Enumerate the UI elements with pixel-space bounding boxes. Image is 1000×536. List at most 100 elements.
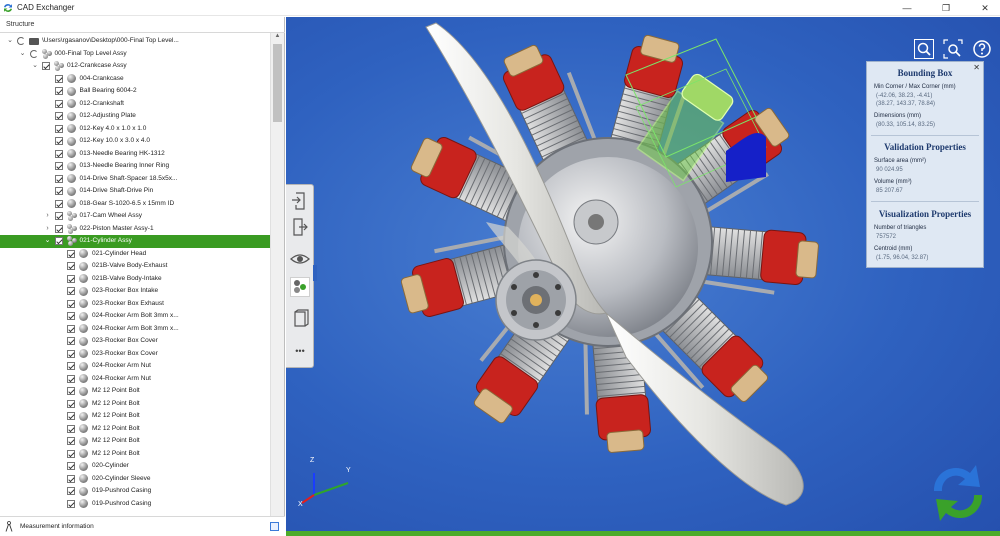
loading-checkbox-icon[interactable]	[29, 49, 38, 58]
tree-row[interactable]: 021B-Valve Body-Exhaust	[0, 260, 270, 273]
tree-row[interactable]: 012-Key 4.0 x 1.0 x 1.0	[0, 123, 270, 136]
tree-row[interactable]: 020-Cylinder Sleeve	[0, 473, 270, 486]
visibility-checkbox[interactable]	[54, 187, 63, 195]
tree-row[interactable]: 023-Rocker Box Cover	[0, 348, 270, 361]
visibility-checkbox[interactable]	[54, 199, 63, 208]
import-icon[interactable]	[290, 191, 310, 211]
tree-row[interactable]: 024-Rocker Arm Bolt 3mm x...	[0, 323, 270, 336]
visibility-checkbox[interactable]	[54, 224, 63, 233]
tree-row[interactable]: 023-Rocker Box Exhaust	[0, 298, 270, 311]
help-icon[interactable]	[972, 39, 992, 59]
close-window-button[interactable]: ✕	[972, 0, 998, 16]
visibility-checkbox[interactable]	[67, 387, 75, 395]
visibility-checkbox[interactable]	[67, 299, 75, 308]
tree-row[interactable]: M2 12 Point Bolt	[0, 398, 270, 411]
visibility-checkbox[interactable]	[67, 412, 75, 420]
visibility-checkbox[interactable]	[67, 312, 75, 320]
visibility-checkbox[interactable]	[54, 162, 63, 170]
visibility-checkbox[interactable]	[67, 249, 75, 258]
more-icon[interactable]: •••	[290, 341, 310, 361]
tree-row[interactable]: 013-Needle Bearing HK-1312	[0, 148, 270, 161]
eye-icon[interactable]	[290, 249, 310, 269]
visibility-checkbox[interactable]	[67, 474, 75, 483]
visibility-checkbox[interactable]	[67, 424, 75, 433]
tree-row[interactable]: M2 12 Point Bolt	[0, 410, 270, 423]
export-icon[interactable]	[290, 217, 310, 237]
tree-row[interactable]: › 017-Cam Wheel Assy	[0, 210, 270, 223]
scroll-up-icon[interactable]: ▲	[271, 33, 284, 43]
visibility-checkbox[interactable]	[54, 137, 63, 145]
loading-checkbox-icon[interactable]	[17, 37, 25, 45]
visibility-checkbox[interactable]	[67, 437, 75, 445]
chevron-down-icon[interactable]: ⌄	[6, 35, 14, 48]
minimize-button[interactable]: —	[894, 0, 920, 16]
visibility-checkbox[interactable]	[67, 462, 75, 470]
visibility-checkbox[interactable]	[67, 499, 75, 508]
zoom-icon[interactable]	[914, 39, 934, 59]
visibility-checkbox[interactable]	[54, 174, 63, 183]
visibility-checkbox[interactable]	[67, 349, 75, 358]
visibility-checkbox[interactable]	[67, 337, 75, 345]
tree-row[interactable]: 023-Rocker Box Intake	[0, 285, 270, 298]
visibility-checkbox[interactable]	[54, 112, 63, 120]
fit-all-icon[interactable]	[943, 39, 963, 59]
visibility-checkbox[interactable]	[54, 74, 63, 83]
toolbar-handle[interactable]	[313, 265, 317, 281]
tree-row[interactable]: 024-Rocker Arm Bolt 3mm x...	[0, 310, 270, 323]
tree-row[interactable]: 014-Drive Shaft-Spacer 18.5x5x...	[0, 173, 270, 186]
tree-row[interactable]: 019-Pushrod Casing	[0, 498, 270, 511]
chevron-down-icon[interactable]: ⌄	[19, 48, 27, 61]
chevron-down-icon[interactable]: ⌄	[44, 235, 52, 248]
tree-row[interactable]: M2 12 Point Bolt	[0, 423, 270, 436]
tree-row[interactable]: ⌄ 000-Final Top Level Assy	[0, 48, 270, 61]
visibility-checkbox[interactable]	[67, 324, 75, 333]
tree-row[interactable]: M2 12 Point Bolt	[0, 435, 270, 448]
tree-row[interactable]: M2 12 Point Bolt	[0, 448, 270, 461]
tree-row[interactable]: 012-Crankshaft	[0, 98, 270, 111]
tree-row[interactable]: ⌄ 012-Crankcase Assy	[0, 60, 270, 73]
chevron-right-icon[interactable]: ›	[44, 223, 52, 236]
book-icon[interactable]	[290, 309, 310, 329]
tree-row[interactable]: 012-Adjusting Plate	[0, 110, 270, 123]
visibility-checkbox[interactable]	[54, 212, 63, 220]
visibility-checkbox[interactable]	[67, 262, 75, 270]
tree-row[interactable]: 018-Gear S-1020-6.5 x 15mm ID	[0, 198, 270, 211]
tree-row[interactable]: 014-Drive Shaft-Drive Pin	[0, 185, 270, 198]
tree-row[interactable]: 021-Cylinder Head	[0, 248, 270, 261]
tree-row[interactable]: › 022-Piston Master Assy-1	[0, 223, 270, 236]
tree-row[interactable]: Ball Bearing 6004-2	[0, 85, 270, 98]
structure-icon[interactable]	[290, 277, 310, 297]
tree-row[interactable]: 020-Cylinder	[0, 460, 270, 473]
tree-row[interactable]: 004-Crankcase	[0, 73, 270, 86]
visibility-checkbox[interactable]	[67, 374, 75, 383]
chevron-down-icon[interactable]: ⌄	[31, 60, 39, 73]
scroll-thumb[interactable]	[273, 44, 282, 122]
measurement-toggle[interactable]	[270, 522, 279, 531]
tree-row[interactable]: 012-Key 10.0 x 3.0 x 4.0	[0, 135, 270, 148]
visibility-checkbox[interactable]	[42, 62, 50, 70]
tree-row[interactable]: 019-Pushrod Casing	[0, 485, 270, 498]
visibility-checkbox[interactable]	[67, 399, 75, 408]
visibility-checkbox[interactable]	[67, 274, 75, 283]
visibility-checkbox[interactable]	[54, 124, 63, 133]
visibility-checkbox[interactable]	[54, 149, 63, 158]
visibility-checkbox[interactable]	[54, 237, 63, 245]
visibility-checkbox[interactable]	[54, 99, 63, 108]
tree-row[interactable]: 024-Rocker Arm Nut	[0, 360, 270, 373]
chevron-right-icon[interactable]: ›	[44, 210, 52, 223]
visibility-checkbox[interactable]	[67, 362, 75, 370]
tree-row[interactable]: 013-Needle Bearing Inner Ring	[0, 160, 270, 173]
tree-row[interactable]: 024-Rocker Arm Nut	[0, 373, 270, 386]
visibility-checkbox[interactable]	[67, 487, 75, 495]
tree-row[interactable]: ⌄ \Users\rgasanov\Desktop\000-Final Top L…	[0, 35, 270, 48]
visibility-checkbox[interactable]	[67, 287, 75, 295]
maximize-button[interactable]: ❐	[933, 0, 959, 16]
visibility-checkbox[interactable]	[54, 87, 63, 95]
tree-row-selected[interactable]: ⌄ 021-Cylinder Assy	[0, 235, 270, 248]
measurement-bar: Measurement information	[0, 516, 285, 536]
tree-row[interactable]: 021B-Valve Body-Intake	[0, 273, 270, 286]
tree-row[interactable]: M2 12 Point Bolt	[0, 385, 270, 398]
visibility-checkbox[interactable]	[67, 449, 75, 458]
tree-row[interactable]: 023-Rocker Box Cover	[0, 335, 270, 348]
tree-scrollbar[interactable]: ▲ ▼	[270, 33, 284, 528]
